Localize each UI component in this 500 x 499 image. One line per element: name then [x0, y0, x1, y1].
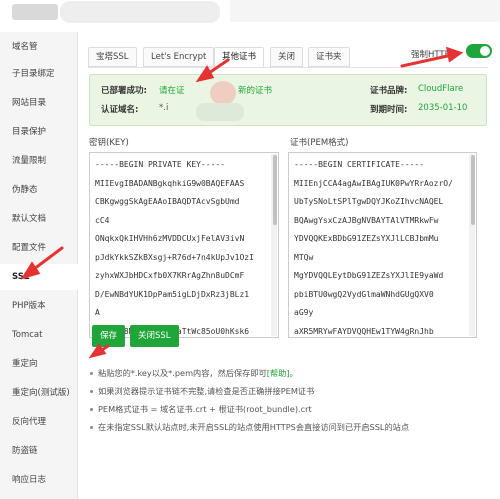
- arrowhead-force-https: [446, 46, 464, 63]
- arrowhead-other-cert: [195, 65, 215, 83]
- annotation-arrows: [20, 46, 464, 359]
- arrow-force-https: [400, 53, 454, 68]
- arrowhead-save: [88, 343, 107, 359]
